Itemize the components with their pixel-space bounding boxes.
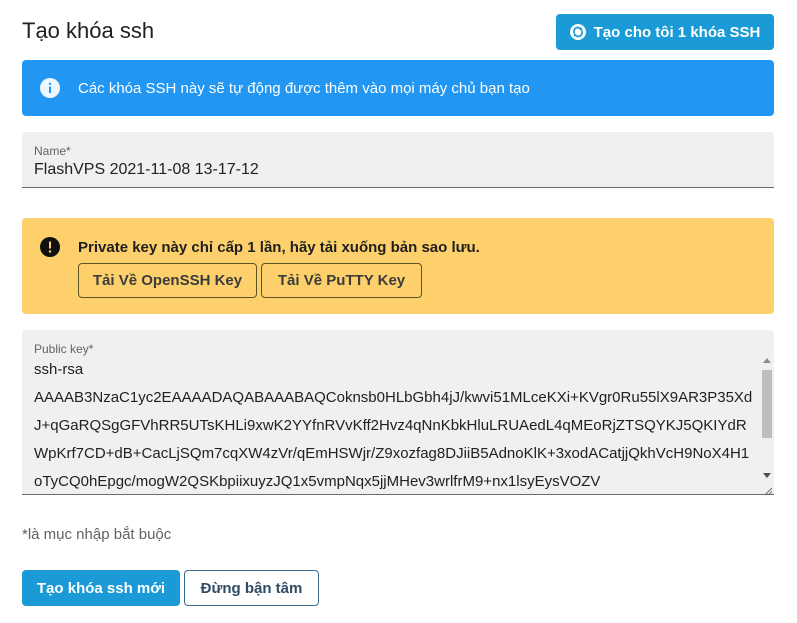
download-openssh-key-button[interactable]: Tải Về OpenSSH Key (78, 263, 257, 298)
page-title: Tạo khóa ssh (22, 18, 155, 43)
exclamation-icon (39, 236, 61, 258)
info-icon (39, 77, 61, 99)
public-key-label: Public key* (34, 342, 94, 356)
download-putty-key-button[interactable]: Tải Về PuTTY Key (261, 263, 422, 298)
info-alert-text: Các khóa SSH này sẽ tự động được thêm và… (78, 79, 530, 97)
public-key-scrollbar[interactable] (762, 358, 772, 478)
name-input[interactable]: FlashVPS 2021-11-08 13-17-12 (34, 161, 259, 179)
public-key-field[interactable]: Public key* ssh-rsa AAAAB3NzaC1yc2EAAAAD… (22, 330, 774, 496)
create-ssh-key-button[interactable]: Tạo khóa ssh mới (22, 570, 180, 606)
name-field-label: Name* (34, 144, 71, 158)
warning-alert-text: Private key này chỉ cấp 1 lần, hãy tải x… (78, 239, 480, 256)
scroll-up-arrow-icon[interactable] (763, 358, 771, 363)
generate-ssh-key-button[interactable]: Tạo cho tôi 1 khóa SSH (556, 14, 774, 50)
name-field[interactable]: Name* FlashVPS 2021-11-08 13-17-12 (22, 132, 774, 188)
warning-alert: Private key này chỉ cấp 1 lần, hãy tải x… (22, 218, 774, 314)
cancel-button[interactable]: Đừng bận tâm (184, 570, 319, 606)
sync-icon (569, 24, 586, 40)
generate-ssh-key-label: Tạo cho tôi 1 khóa SSH (593, 23, 761, 41)
scrollbar-thumb[interactable] (762, 370, 772, 438)
page-header: Tạo khóa ssh Tạo cho tôi 1 khóa SSH (22, 14, 774, 50)
public-key-textarea[interactable]: ssh-rsa AAAAB3NzaC1yc2EAAAADAQABAAABAQCo… (34, 356, 756, 492)
scroll-down-arrow-icon[interactable] (763, 473, 771, 478)
info-alert: Các khóa SSH này sẽ tự động được thêm và… (22, 60, 774, 116)
required-field-note: *là mục nhập bắt buộc (22, 526, 172, 543)
resize-handle-icon[interactable] (763, 483, 773, 496)
